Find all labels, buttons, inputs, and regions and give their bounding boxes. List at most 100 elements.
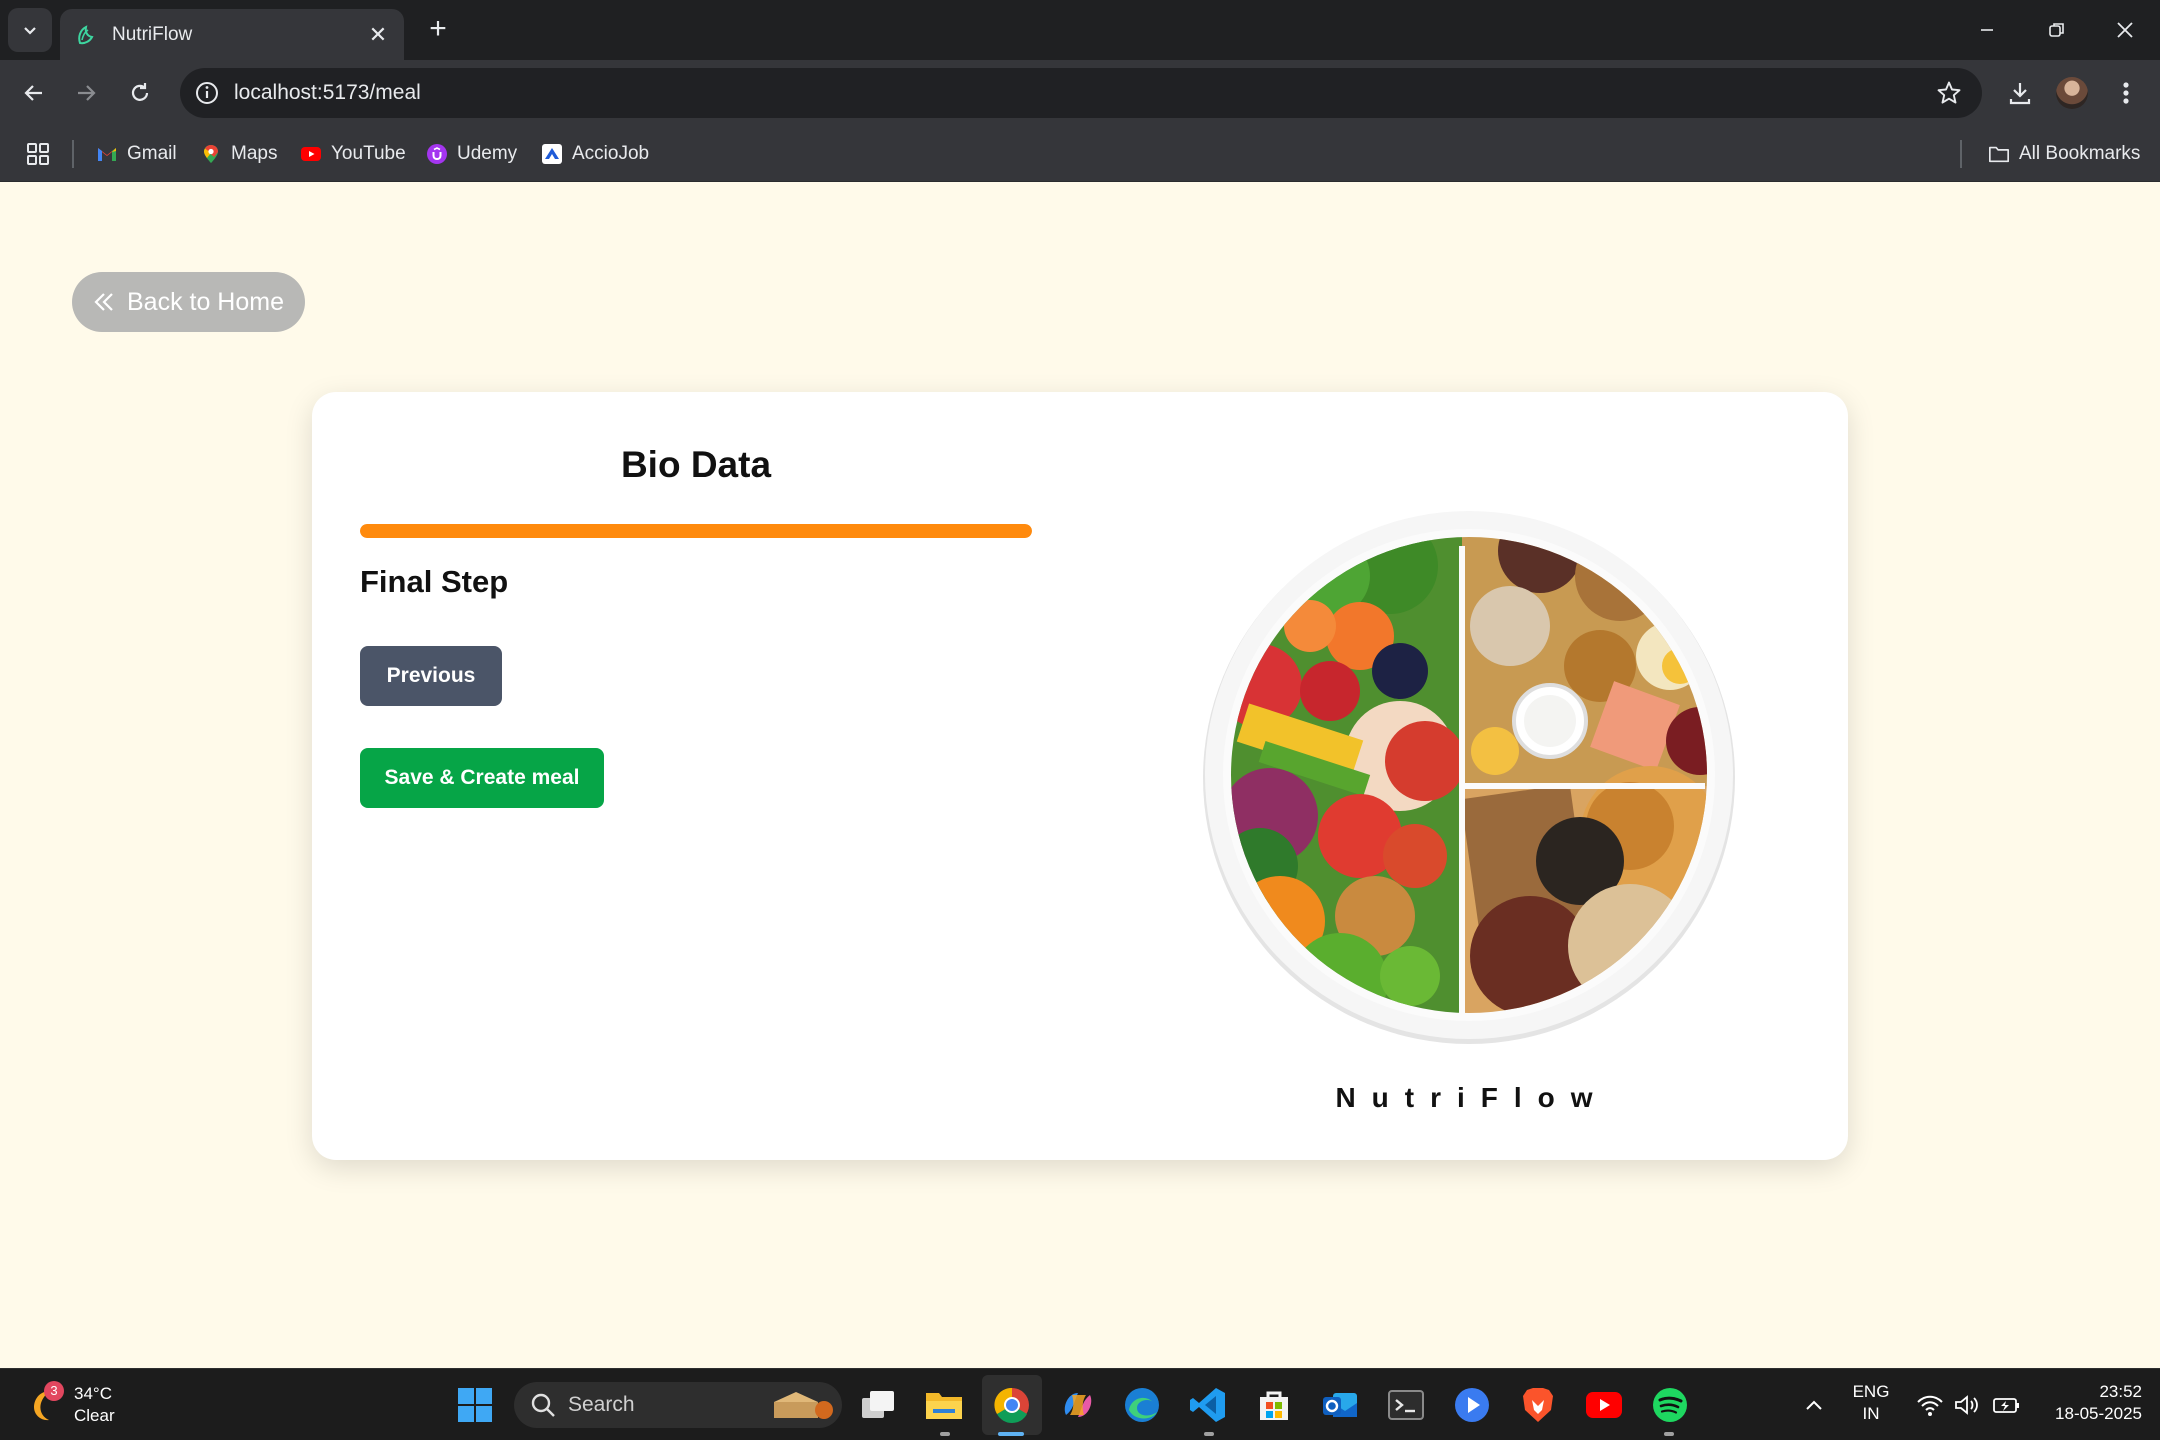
task-view-icon [862,1391,894,1418]
windows-logo-icon [458,1388,492,1422]
bookmark-maps[interactable]: Maps [200,140,277,168]
brave-button[interactable] [1518,1385,1558,1425]
start-button[interactable] [455,1385,495,1425]
active-indicator [998,1432,1024,1436]
back-nav-button[interactable] [14,73,54,113]
moon-icon: 3 [24,1381,64,1425]
maps-icon [204,145,218,163]
language-top: ENG [1852,1382,1890,1401]
tab-search-button[interactable] [8,8,52,52]
chevron-down-icon [24,27,36,35]
search-icon [531,1393,555,1417]
previous-button[interactable]: Previous [360,646,502,706]
weather-badge: 3 [44,1381,64,1401]
quick-settings-button[interactable] [1908,1385,2028,1425]
bookmark-label: AccioJob [572,143,650,164]
nutriflow-logo-icon [78,24,94,44]
kebab-menu-icon [2123,82,2129,104]
weather-desc: Clear [74,1406,115,1425]
all-bookmarks-button[interactable]: All Bookmarks [1988,140,2140,168]
chevron-up-icon [1806,1400,1822,1410]
progress-bar [360,524,1032,538]
bookmarks-divider [72,140,74,168]
bio-data-card: Bio Data Final Step Previous Save & Crea… [312,392,1848,1160]
taskbar-search[interactable]: Search [514,1382,842,1428]
folder-icon [1989,146,2009,163]
youtube-icon [1586,1392,1622,1418]
bookmark-gmail[interactable]: Gmail [96,140,177,168]
bookmark-label: Maps [231,143,278,164]
card-title: Bio Data [620,444,772,485]
restore-window-button[interactable] [2022,0,2092,60]
bookmark-star-icon[interactable] [1936,80,1962,106]
running-indicator [1204,1432,1214,1436]
reload-button[interactable] [120,73,160,113]
back-to-home-label: Back to Home [126,287,284,316]
bookmark-acciojob[interactable]: AccioJob [541,140,649,168]
battery-icon [1993,1398,2019,1413]
bookmark-udemy[interactable]: Udemy [426,140,517,168]
close-tab-icon[interactable]: ✕ [366,22,390,48]
close-window-button[interactable] [2090,0,2160,60]
copilot-button[interactable] [1058,1385,1098,1425]
brand-name: NutriFlow [1335,1082,1609,1113]
browser-menu-button[interactable] [2106,73,2146,113]
apps-button[interactable] [26,140,50,168]
save-create-meal-button[interactable]: Save & Create meal [360,748,604,808]
spotify-icon [1653,1388,1687,1422]
search-highlight-icon [774,1392,833,1419]
outlook-icon [1323,1393,1357,1417]
food-plate-image [1203,511,1735,1044]
browser-tab[interactable]: NutriFlow ✕ [60,9,404,60]
weather-widget[interactable]: 3 34°C Clear [24,1381,115,1429]
youtube-app-button[interactable] [1584,1385,1624,1425]
avatar [2056,77,2088,109]
tab-title: NutriFlow [112,23,193,45]
store-icon [1260,1391,1288,1420]
windows-taskbar: 3 34°C Clear Search ENG IN 23:52 18-05-2… [0,1368,2160,1440]
bookmarks-bar: Gmail Maps YouTube Udemy AccioJob All Bo… [0,126,2160,182]
show-hidden-icons-button[interactable] [1794,1385,1834,1425]
brave-icon [1523,1388,1553,1422]
file-explorer-button[interactable] [924,1385,964,1425]
forward-nav-button[interactable] [66,73,106,113]
minimize-window-button[interactable] [1952,0,2022,60]
back-to-home-button[interactable]: Back to Home [72,272,305,332]
edge-icon [1125,1388,1159,1422]
progress-fill [360,524,1032,538]
bookmarks-divider [1960,140,1962,168]
bookmark-youtube[interactable]: YouTube [300,140,406,168]
all-bookmarks-label: All Bookmarks [2019,143,2141,164]
terminal-button[interactable] [1386,1385,1426,1425]
arrow-right-icon [78,85,96,101]
spotify-button[interactable] [1650,1385,1690,1425]
task-view-button[interactable] [858,1385,898,1425]
apps-grid-icon [27,143,49,165]
youtube-icon [301,147,321,161]
site-info-icon[interactable] [194,80,220,106]
media-player-button[interactable] [1452,1385,1492,1425]
play-icon [1455,1388,1489,1422]
arrow-left-icon [24,85,42,101]
vscode-button[interactable] [1188,1385,1228,1425]
profile-button[interactable] [2052,73,2092,113]
clock[interactable]: 23:52 18-05-2025 [2030,1381,2142,1425]
step-label: Final Step [360,564,509,599]
udemy-icon [427,144,447,164]
language-indicator[interactable]: ENG IN [1846,1381,1896,1425]
terminal-icon [1388,1390,1424,1420]
address-bar[interactable]: localhost:5173/meal [180,68,1982,118]
weather-temp: 34°C [74,1384,112,1403]
url-text: localhost:5173/meal [234,81,421,104]
downloads-button[interactable] [2000,73,2040,113]
double-chevron-left-icon [94,293,113,311]
copilot-icon [1064,1393,1092,1417]
edge-button[interactable] [1122,1385,1162,1425]
gmail-icon [98,148,116,161]
outlook-button[interactable] [1320,1385,1360,1425]
vscode-icon [1190,1388,1225,1422]
wifi-icon [1917,1395,1943,1416]
chrome-taskbar-button[interactable] [992,1385,1032,1425]
new-tab-button[interactable]: + [420,12,456,48]
ms-store-button[interactable] [1254,1385,1294,1425]
